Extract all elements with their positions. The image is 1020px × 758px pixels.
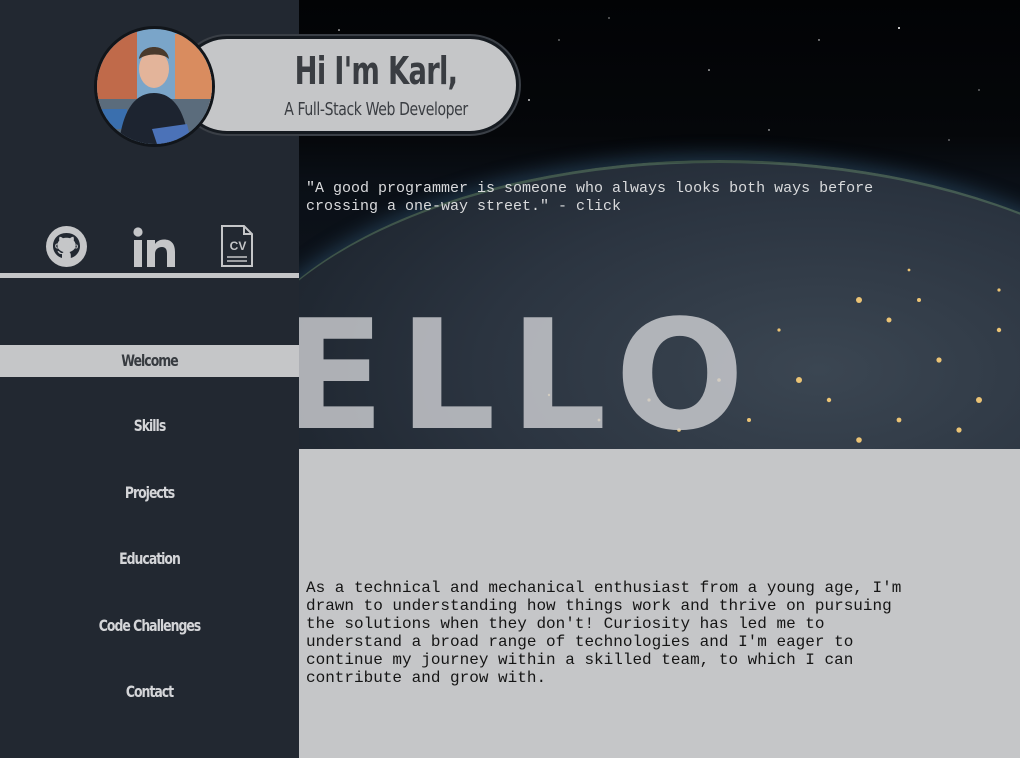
page-subtitle: A Full-Stack Web Developer bbox=[284, 99, 468, 120]
social-links: GitHub CV bbox=[0, 222, 299, 270]
nav-item-welcome[interactable]: Welcome bbox=[0, 345, 299, 377]
linkedin-icon bbox=[133, 227, 175, 267]
page-title: Hi I'm Karl, bbox=[294, 49, 458, 93]
nav-label-projects[interactable]: Projects bbox=[33, 477, 266, 509]
nav-item-education[interactable]: Education bbox=[0, 543, 299, 575]
cv-label: CV bbox=[230, 239, 247, 253]
intro-paragraph: As a technical and mechanical enthusiast… bbox=[306, 579, 902, 687]
cv-document-icon: CV bbox=[221, 225, 253, 267]
github-link[interactable]: GitHub bbox=[45, 225, 88, 268]
linkedin-link[interactable] bbox=[131, 226, 177, 268]
sidebar-divider bbox=[0, 273, 299, 278]
hello-background-text: ELLO bbox=[299, 287, 759, 450]
avatar bbox=[94, 26, 215, 147]
cv-download-link[interactable]: CV bbox=[220, 224, 254, 268]
github-icon: GitHub bbox=[46, 226, 87, 267]
profile-photo bbox=[97, 29, 212, 144]
nav-label-welcome[interactable]: Welcome bbox=[33, 345, 266, 377]
nav-label-code-challenges[interactable]: Code Challenges bbox=[33, 610, 266, 642]
programming-quote: "A good programmer is someone who always… bbox=[306, 180, 906, 216]
new-quote-link[interactable]: - click bbox=[549, 198, 621, 215]
nav-item-code-challenges[interactable]: Code Challenges bbox=[0, 610, 299, 642]
nav-item-skills[interactable]: Skills bbox=[0, 410, 299, 442]
nav-label-education[interactable]: Education bbox=[33, 543, 266, 575]
nav-label-skills[interactable]: Skills bbox=[33, 410, 266, 442]
nav-item-projects[interactable]: Projects bbox=[0, 477, 299, 509]
nav-label-contact[interactable]: Contact bbox=[33, 676, 266, 708]
github-label: GitHub bbox=[55, 244, 78, 251]
nav-item-contact[interactable]: Contact bbox=[0, 676, 299, 708]
